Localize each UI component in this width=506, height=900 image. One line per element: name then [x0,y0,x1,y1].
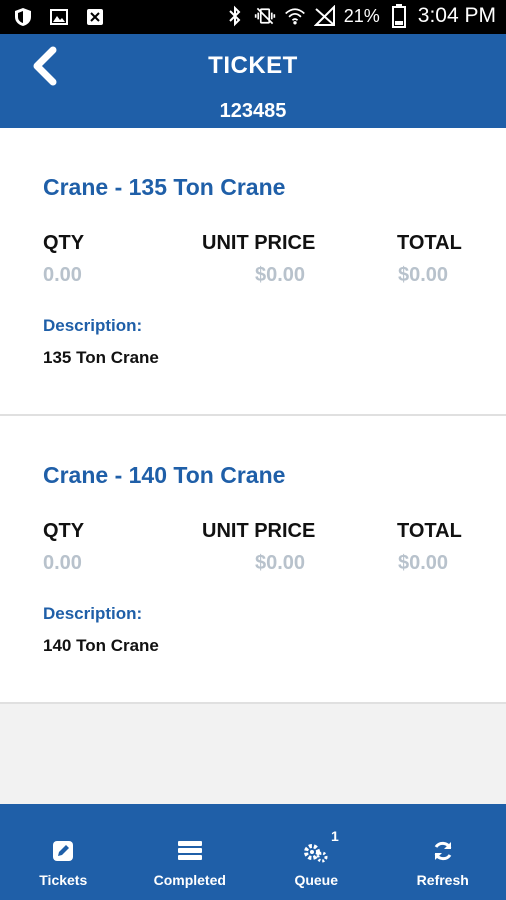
gears-icon [303,838,329,864]
vibrate-icon [254,5,276,27]
stack-icon [177,838,203,864]
total-label: TOTAL [397,232,462,254]
bottom-nav: Tickets Completed 1 Queue Refresh [0,804,506,900]
status-bar: 21% 3:04 PM [0,0,506,34]
total-value: $0.00 [398,264,449,286]
description-label: Description: [43,604,143,623]
qty-value: 0.00 [43,264,82,286]
nav-label: Tickets [39,872,88,888]
page-title: TICKET [208,52,298,79]
status-time: 3:04 PM [417,4,496,27]
nav-refresh[interactable]: Refresh [380,804,506,900]
nav-label: Completed [153,872,226,888]
ticket-number: 123485 [219,100,287,122]
description-text: 135 Ton Crane [43,348,159,367]
signal-icon [313,5,336,27]
app-header: TICKET 123485 [0,34,506,128]
qty-label: QTY [43,232,85,254]
unit-price-value: $0.00 [255,264,306,286]
nav-label: Refresh [416,872,469,888]
description-text: 140 Ton Crane [43,636,159,655]
battery-icon [388,4,410,28]
nav-tickets[interactable]: Tickets [0,804,127,900]
item-title: Crane - 135 Ton Crane [43,174,286,200]
ticket-items-list: Crane - 135 Ton Crane QTY UNIT PRICE TOT… [0,128,506,804]
edit-icon [50,838,76,864]
nav-label: Queue [294,872,339,888]
battery-percent: 21% [343,5,380,26]
description-label: Description: [43,316,143,335]
unit-price-label: UNIT PRICE [202,232,316,254]
close-box-icon [84,6,106,28]
total-value: $0.00 [398,552,449,574]
queue-badge: 1 [331,828,339,844]
bluetooth-icon [224,5,246,27]
ticket-item-card[interactable]: Crane - 140 Ton Crane QTY UNIT PRICE TOT… [0,416,506,704]
unit-price-label: UNIT PRICE [202,520,316,542]
shield-icon [12,6,34,28]
nav-queue[interactable]: 1 Queue [253,804,380,900]
refresh-icon [430,838,456,864]
nav-completed[interactable]: Completed [127,804,254,900]
unit-price-value: $0.00 [255,552,306,574]
qty-label: QTY [43,520,85,542]
ticket-item-card[interactable]: Crane - 135 Ton Crane QTY UNIT PRICE TOT… [0,128,506,416]
total-label: TOTAL [397,520,462,542]
qty-value: 0.00 [43,552,82,574]
item-title: Crane - 140 Ton Crane [43,462,286,488]
wifi-icon [284,5,306,27]
image-icon [48,6,70,28]
